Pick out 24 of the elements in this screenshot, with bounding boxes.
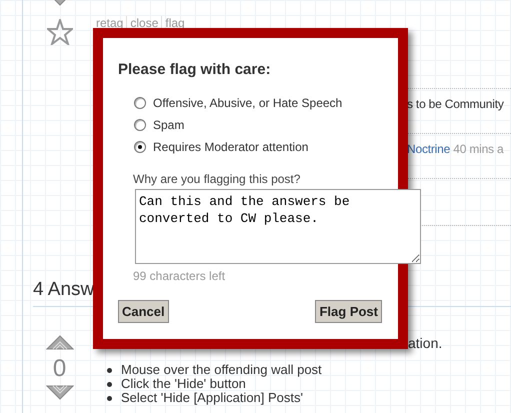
field-label: Why are you flagging this post? (133, 172, 300, 186)
bullet-icon (107, 396, 112, 400)
option-label[interactable]: Spam (153, 117, 184, 133)
dialog-button[interactable]: Cancel (118, 300, 169, 323)
dialog-title: Please flag with care: (118, 61, 271, 79)
radio-button[interactable] (134, 141, 146, 153)
option-label[interactable]: Offensive, Abusive, or Hate Speech (153, 95, 342, 111)
comment-time: 40 mins a (453, 142, 504, 156)
radio-button[interactable] (134, 97, 146, 109)
downvote-icon[interactable] (46, 385, 74, 400)
radio-button[interactable] (134, 119, 146, 131)
option-label[interactable]: Requires Moderator attention (153, 139, 308, 155)
list-item: Mouse over the offending wall post (121, 363, 322, 377)
bullet-icon (107, 368, 112, 372)
answer-text: ation. (407, 335, 444, 351)
vote-count: 0 (52, 356, 66, 382)
list-item: Select 'Hide [Application] Posts' (121, 391, 303, 405)
bullet-icon (107, 382, 112, 386)
reason-field[interactable]: Can this and the answers be converted to CW please. (135, 189, 421, 264)
upvote-icon[interactable] (46, 335, 74, 350)
dialog-button[interactable]: Flag Post (315, 300, 382, 323)
comment-author-link[interactable]: Noctrine (407, 142, 450, 156)
star-icon[interactable] (46, 19, 72, 45)
list-item: Click the 'Hide' button (121, 377, 246, 391)
